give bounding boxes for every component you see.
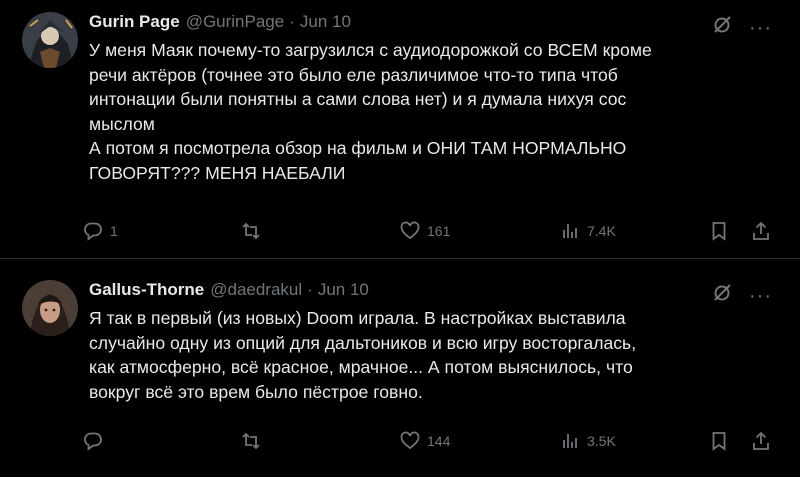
heart-icon [399, 430, 421, 452]
grok-icon[interactable] [711, 14, 733, 41]
tweet-actions: 144 3.5K [82, 430, 782, 454]
like-button[interactable]: 144 [399, 430, 450, 452]
timeline: Gurin Page @GurinPage · Jun 10 ··· У мен… [0, 0, 800, 477]
tweet-text-line: мыслом [89, 113, 155, 134]
author-name[interactable]: Gurin Page [89, 12, 180, 32]
reply-button[interactable]: 1 [82, 220, 118, 242]
tweet-text: У меня Маяк почему-то загрузился с аудио… [89, 38, 779, 186]
tweet-text-line: речи актёров (точнее это было еле различ… [89, 64, 618, 85]
tweet[interactable]: Gurin Page @GurinPage · Jun 10 ··· У мен… [0, 0, 800, 258]
more-options-icon[interactable]: ··· [749, 286, 772, 306]
author-name[interactable]: Gallus-Thorne [89, 280, 204, 300]
retweet-button[interactable] [240, 430, 268, 452]
avatar[interactable] [22, 12, 78, 68]
tweet-divider [0, 258, 800, 259]
retweet-button[interactable] [240, 220, 268, 242]
views-count: 7.4K [587, 223, 616, 239]
tweet-text-line: У меня Маяк почему-то загрузился с аудио… [89, 40, 652, 60]
tweet-text-line: интонации были понятны а сами слова нет)… [89, 89, 627, 110]
bookmark-icon [708, 430, 730, 452]
share-icon [750, 430, 772, 452]
bookmark-icon [708, 220, 730, 242]
like-count: 144 [427, 433, 451, 449]
tweet-text-line: вокруг всё это врем было пёстрое говно. [89, 381, 423, 402]
share-button[interactable] [750, 220, 772, 242]
like-button[interactable]: 161 [399, 220, 450, 242]
reply-icon [82, 430, 104, 452]
tweet[interactable]: Gallus-Thorne @daedrakul · Jun 10 ··· Я … [0, 260, 800, 477]
author-handle[interactable]: @GurinPage [186, 12, 285, 32]
views-button[interactable]: 7.4K [559, 220, 616, 242]
heart-icon [399, 220, 421, 242]
views-icon [559, 220, 581, 242]
like-count: 161 [427, 223, 451, 239]
retweet-icon [240, 430, 262, 452]
views-icon [559, 430, 581, 452]
tweet-text-line: А потом я посмотрела обзор на фильм и ОН… [89, 138, 627, 159]
separator-dot: · [289, 12, 295, 31]
separator-dot: · [307, 280, 313, 299]
more-options-icon[interactable]: ··· [749, 18, 772, 38]
tweet-top-actions: ··· [711, 282, 772, 309]
author-handle[interactable]: @daedrakul [210, 280, 302, 300]
avatar[interactable] [22, 280, 78, 336]
tweet-header: Gallus-Thorne @daedrakul · Jun 10 [89, 280, 369, 300]
bookmark-button[interactable] [708, 220, 730, 242]
reply-button[interactable] [82, 430, 110, 452]
share-button[interactable] [750, 430, 772, 452]
tweet-header: Gurin Page @GurinPage · Jun 10 [89, 12, 351, 32]
views-count: 3.5K [587, 433, 616, 449]
tweet-actions: 1 161 7.4K [82, 220, 782, 244]
tweet-text-line: случайно одну из опций для дальтоников и… [89, 332, 637, 353]
bookmark-button[interactable] [708, 430, 730, 452]
views-button[interactable]: 3.5K [559, 430, 616, 452]
tweet-date[interactable]: Jun 10 [318, 280, 369, 300]
tweet-text-line: ГОВОРЯТ??? МЕНЯ НАЕБАЛИ [89, 162, 346, 183]
tweet-text-line: как атмосферно, всё красное, мрачное... … [89, 357, 633, 378]
grok-icon[interactable] [711, 282, 733, 309]
share-icon [750, 220, 772, 242]
reply-icon [82, 220, 104, 242]
retweet-icon [240, 220, 262, 242]
tweet-date[interactable]: Jun 10 [300, 12, 351, 32]
reply-count: 1 [110, 223, 118, 239]
tweet-text: Я так в первый (из новых) Doom играла. В… [89, 306, 779, 404]
tweet-top-actions: ··· [711, 14, 772, 41]
tweet-text-line: Я так в первый (из новых) Doom играла. В… [89, 308, 626, 328]
